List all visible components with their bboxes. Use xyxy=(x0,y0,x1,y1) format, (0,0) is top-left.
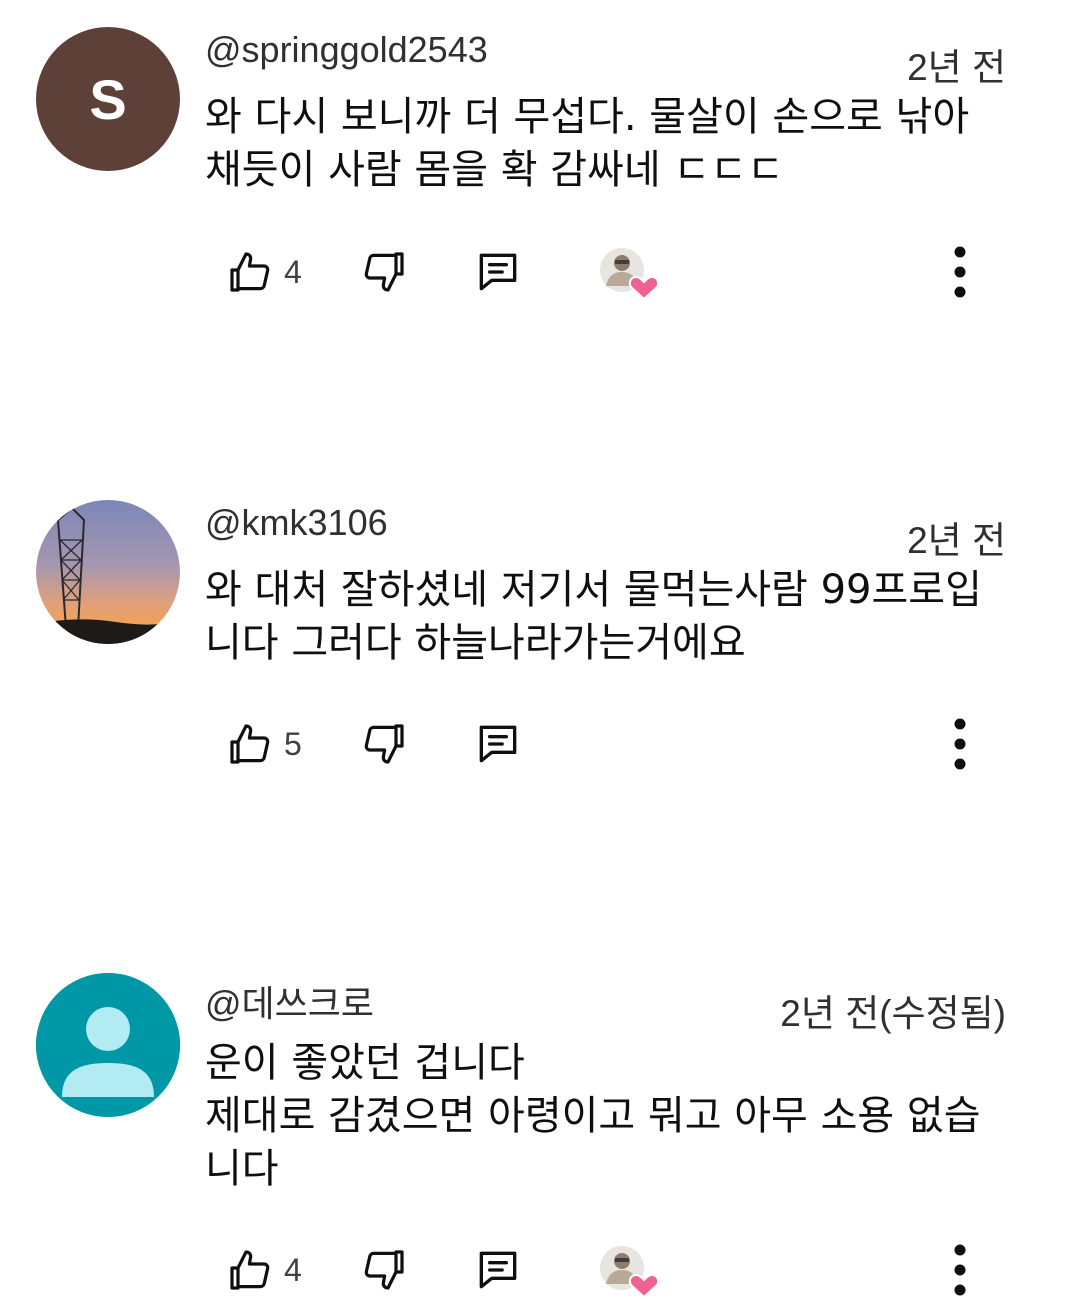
comment-action-bar: 4 xyxy=(0,232,1080,312)
reply-button[interactable] xyxy=(470,704,526,784)
comment-reply-icon xyxy=(479,253,517,291)
comment-timestamp[interactable]: 2년 전 xyxy=(907,37,1006,91)
thumbs-down-icon xyxy=(364,1250,404,1290)
avatar[interactable] xyxy=(36,500,180,644)
dislike-button[interactable] xyxy=(356,704,412,784)
creator-heart-icon xyxy=(628,275,660,301)
avatar[interactable]: S xyxy=(36,27,180,171)
like-count: 4 xyxy=(284,254,302,290)
thumbs-up-icon xyxy=(230,252,270,292)
comment-text: 와 대처 잘하셨네 저기서 물먹는사람 99프로입 니다 그러다 하늘나라가는거… xyxy=(205,567,982,666)
comment-item: @kmk3106 2년 전 와 대처 잘하셨네 저기서 물먹는사람 99프로입 … xyxy=(0,500,1080,800)
comment-author-handle[interactable]: @kmk3106 xyxy=(205,502,388,544)
creator-heart-badge xyxy=(598,1244,662,1300)
comment-reply-icon xyxy=(479,1251,517,1289)
like-count: 4 xyxy=(284,1252,302,1288)
more-vertical-icon xyxy=(954,1244,966,1296)
more-vertical-icon xyxy=(954,246,966,298)
thumbs-down-icon xyxy=(364,252,404,292)
avatar[interactable] xyxy=(36,973,180,1117)
thumbs-up-icon xyxy=(230,724,270,764)
like-button[interactable] xyxy=(222,704,278,784)
comment-reply-icon xyxy=(479,725,517,763)
more-options-button[interactable] xyxy=(930,1230,990,1310)
comment-timestamp[interactable]: 2년 전(수정됨) xyxy=(780,983,1006,1037)
comment-text: 와 다시 보니까 더 무섭다. 물살이 손으로 낚아 채듯이 사람 몸을 확 감… xyxy=(205,94,970,193)
like-button[interactable] xyxy=(222,1230,278,1310)
comment-action-bar: 4 xyxy=(0,1230,1080,1310)
reply-button[interactable] xyxy=(470,1230,526,1310)
reply-button[interactable] xyxy=(470,232,526,312)
comment-item: S @springgold2543 2년 전 와 다시 보니까 더 무섭다. 물… xyxy=(0,27,1080,327)
dislike-button[interactable] xyxy=(356,232,412,312)
comment-author-handle[interactable]: @데쓰크로 xyxy=(205,975,374,1027)
more-options-button[interactable] xyxy=(930,232,990,312)
thumbs-up-icon xyxy=(230,1250,270,1290)
more-options-button[interactable] xyxy=(930,704,990,784)
creator-heart-badge xyxy=(598,246,662,302)
creator-heart-icon xyxy=(628,1273,660,1299)
like-count: 5 xyxy=(284,726,302,762)
more-vertical-icon xyxy=(954,718,966,770)
comment-text: 운이 좋았던 겁니다 제대로 감겼으면 아령이고 뭐고 아무 소용 없습 니다 xyxy=(205,1040,981,1192)
thumbs-down-icon xyxy=(364,724,404,764)
comment-timestamp[interactable]: 2년 전 xyxy=(907,510,1006,564)
dislike-button[interactable] xyxy=(356,1230,412,1310)
comment-action-bar: 5 xyxy=(0,704,1080,784)
like-button[interactable] xyxy=(222,232,278,312)
comment-author-handle[interactable]: @springgold2543 xyxy=(205,29,488,71)
comment-item: @데쓰크로 2년 전(수정됨) 운이 좋았던 겁니다 제대로 감겼으면 아령이고… xyxy=(0,973,1080,1299)
